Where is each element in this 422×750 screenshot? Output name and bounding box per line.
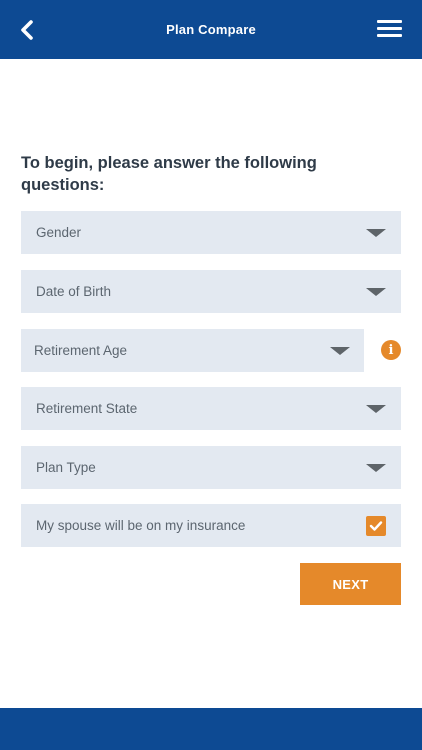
caret-down-icon — [366, 464, 386, 472]
caret-down-icon — [330, 347, 350, 355]
hamburger-menu-icon — [377, 20, 402, 37]
chevron-left-icon — [21, 20, 33, 40]
plan-compare-screen: Plan Compare To begin, please answer the… — [0, 0, 422, 750]
spouse-insurance-label: My spouse will be on my insurance — [36, 518, 246, 533]
app-footer — [0, 708, 422, 750]
gender-select[interactable]: Gender — [21, 211, 401, 254]
spouse-insurance-row[interactable]: My spouse will be on my insurance — [21, 504, 401, 547]
plan-type-label: Plan Type — [36, 460, 96, 475]
intro-heading: To begin, please answer the following qu… — [21, 154, 317, 194]
page-title: Plan Compare — [166, 22, 256, 37]
menu-button[interactable] — [376, 19, 404, 41]
caret-down-icon — [366, 405, 386, 413]
back-button[interactable] — [14, 17, 40, 43]
gender-label: Gender — [36, 225, 82, 240]
caret-down-icon — [366, 288, 386, 296]
info-icon[interactable]: i — [381, 340, 401, 360]
date-of-birth-select[interactable]: Date of Birth — [21, 270, 401, 313]
next-button[interactable]: NEXT — [300, 563, 401, 605]
spouse-insurance-checkbox[interactable] — [366, 516, 386, 536]
retirement-age-select[interactable]: Retirement Age — [21, 329, 364, 372]
date-of-birth-label: Date of Birth — [36, 284, 112, 299]
app-header: Plan Compare — [0, 0, 422, 59]
retirement-state-select[interactable]: Retirement State — [21, 387, 401, 430]
retirement-age-label: Retirement Age — [34, 343, 128, 358]
plan-type-select[interactable]: Plan Type — [21, 446, 401, 489]
retirement-state-label: Retirement State — [36, 401, 138, 416]
caret-down-icon — [366, 229, 386, 237]
checkmark-icon — [369, 521, 383, 531]
